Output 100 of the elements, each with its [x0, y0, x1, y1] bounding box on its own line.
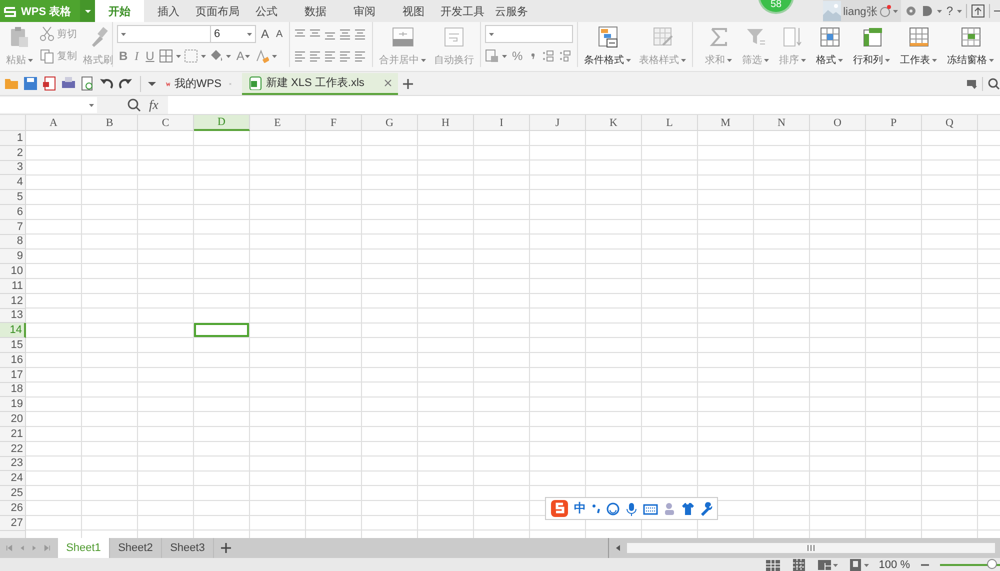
menu-tab[interactable]: 云服务: [487, 0, 536, 22]
caret-icon: [885, 58, 890, 62]
cell-format-icon: [818, 25, 842, 49]
row-header[interactable]: 25: [0, 486, 26, 501]
sort-icon: [780, 25, 804, 49]
row-header[interactable]: 17: [0, 368, 26, 383]
row-header[interactable]: 27: [0, 516, 26, 531]
row-header[interactable]: 24: [0, 471, 26, 486]
input-mode-button[interactable]: 中: [574, 500, 586, 517]
last-sheet-icon: [44, 544, 50, 552]
increase-decimal-icon: [540, 49, 555, 63]
selected-cell[interactable]: [194, 323, 250, 338]
close-icon: [384, 78, 392, 86]
row-header[interactable]: 2: [0, 146, 26, 161]
caret-icon: [626, 58, 631, 62]
document-tab[interactable]: 新建 XLS 工作表.xls: [242, 72, 398, 94]
number-format-dropdown[interactable]: [485, 25, 573, 43]
folder-icon: [4, 76, 19, 91]
sheet-tab[interactable]: Sheet1: [58, 538, 110, 558]
caret-icon: [272, 54, 278, 58]
row-header[interactable]: 7: [0, 220, 26, 235]
scroll-grip-icon: [807, 545, 815, 551]
app-menu-dropdown[interactable]: [80, 0, 95, 22]
row-header[interactable]: 6: [0, 204, 26, 220]
row-header[interactable]: 21: [0, 426, 26, 442]
row-header[interactable]: 1: [0, 131, 26, 146]
previous-sheet-icon: [18, 544, 25, 552]
row-header[interactable]: 8: [0, 234, 26, 250]
font-size-dropdown[interactable]: 6: [210, 25, 256, 43]
caret-icon: [28, 58, 33, 62]
row-header[interactable]: 23: [0, 456, 26, 472]
caret-icon: [121, 32, 126, 36]
next-sheet-icon: [31, 544, 38, 552]
increase-indent-icon: [354, 27, 366, 41]
zoom-slider-thumb[interactable]: [986, 559, 997, 569]
currency-format-icon: [485, 49, 499, 63]
distributed-icon: [354, 49, 366, 63]
ribbon-button[interactable]: 行和列: [851, 25, 892, 67]
caret-icon: [838, 58, 843, 62]
row-header[interactable]: 12: [0, 294, 26, 309]
microphone-icon: [625, 502, 638, 516]
ribbon-button[interactable]: 冻结窗格: [945, 25, 996, 67]
row-header[interactable]: 15: [0, 338, 26, 353]
menu-tab[interactable]: 插入: [144, 0, 193, 22]
search-icon: [987, 77, 1000, 90]
horizontal-scrollbar[interactable]: [627, 543, 995, 553]
row-header[interactable]: 4: [0, 175, 26, 190]
decrease-indent-icon: [338, 27, 351, 41]
keyboard-icon: [643, 502, 658, 516]
row-header[interactable]: 18: [0, 382, 26, 398]
conditional-format-icon: [596, 25, 620, 49]
row-header[interactable]: 5: [0, 190, 26, 205]
caret-icon: [681, 58, 686, 62]
menu-tab[interactable]: 视图: [389, 0, 438, 22]
align-right-icon: [324, 49, 336, 63]
caret-icon: [226, 54, 232, 58]
caret-icon: [84, 10, 90, 12]
caret-icon: [489, 32, 494, 36]
insert-function-button[interactable]: fx: [149, 97, 158, 113]
scissors-icon: [39, 26, 55, 42]
name-box[interactable]: [0, 97, 97, 113]
row-header[interactable]: 16: [0, 352, 26, 368]
settings-icon: [905, 5, 918, 17]
dropdown-icon: [148, 82, 156, 86]
zoom-level[interactable]: 100 %: [878, 559, 910, 571]
pin-toolbar-icon: [965, 77, 978, 90]
caret-icon: [176, 54, 182, 58]
ribbon-button[interactable]: 条件格式: [582, 25, 633, 67]
menu-tab[interactable]: 开发工具: [438, 0, 487, 22]
caret-icon: [245, 54, 250, 58]
menu-tab[interactable]: 开始: [95, 0, 144, 22]
ribbon-button[interactable]: 工作表: [898, 25, 939, 67]
ribbon-button[interactable]: 格式: [814, 25, 845, 67]
formula-input[interactable]: [168, 96, 1000, 114]
row-header[interactable]: 11: [0, 278, 26, 294]
font-name-dropdown[interactable]: [117, 25, 211, 43]
row-header[interactable]: 19: [0, 397, 26, 412]
menu-tab[interactable]: 页面布局: [193, 0, 242, 22]
menu-tab[interactable]: 审阅: [340, 0, 389, 22]
row-header[interactable]: 13: [0, 308, 26, 324]
caret-icon: [937, 10, 942, 12]
caret-icon: [247, 32, 252, 36]
wrap-text-icon: [442, 25, 466, 49]
help-button[interactable]: ?: [946, 4, 953, 18]
row-header[interactable]: 3: [0, 160, 26, 176]
row-header[interactable]: 9: [0, 249, 26, 264]
redo-icon: [118, 76, 133, 91]
caret-icon: [421, 58, 426, 62]
row-header[interactable]: 10: [0, 264, 26, 279]
menu-tab[interactable]: 数据: [291, 0, 340, 22]
wrench-icon: [699, 502, 713, 516]
document-tab[interactable]: 我的WPS: [160, 72, 238, 94]
menu-tab[interactable]: 公式: [242, 0, 291, 22]
shrink-font-button[interactable]: A: [274, 25, 285, 43]
merge-cells-icon: [390, 25, 414, 49]
row-header[interactable]: 26: [0, 500, 26, 516]
row-header[interactable]: 20: [0, 412, 26, 427]
row-header[interactable]: 22: [0, 442, 26, 457]
grow-font-button[interactable]: A: [259, 25, 272, 43]
caret-icon: [764, 58, 769, 62]
